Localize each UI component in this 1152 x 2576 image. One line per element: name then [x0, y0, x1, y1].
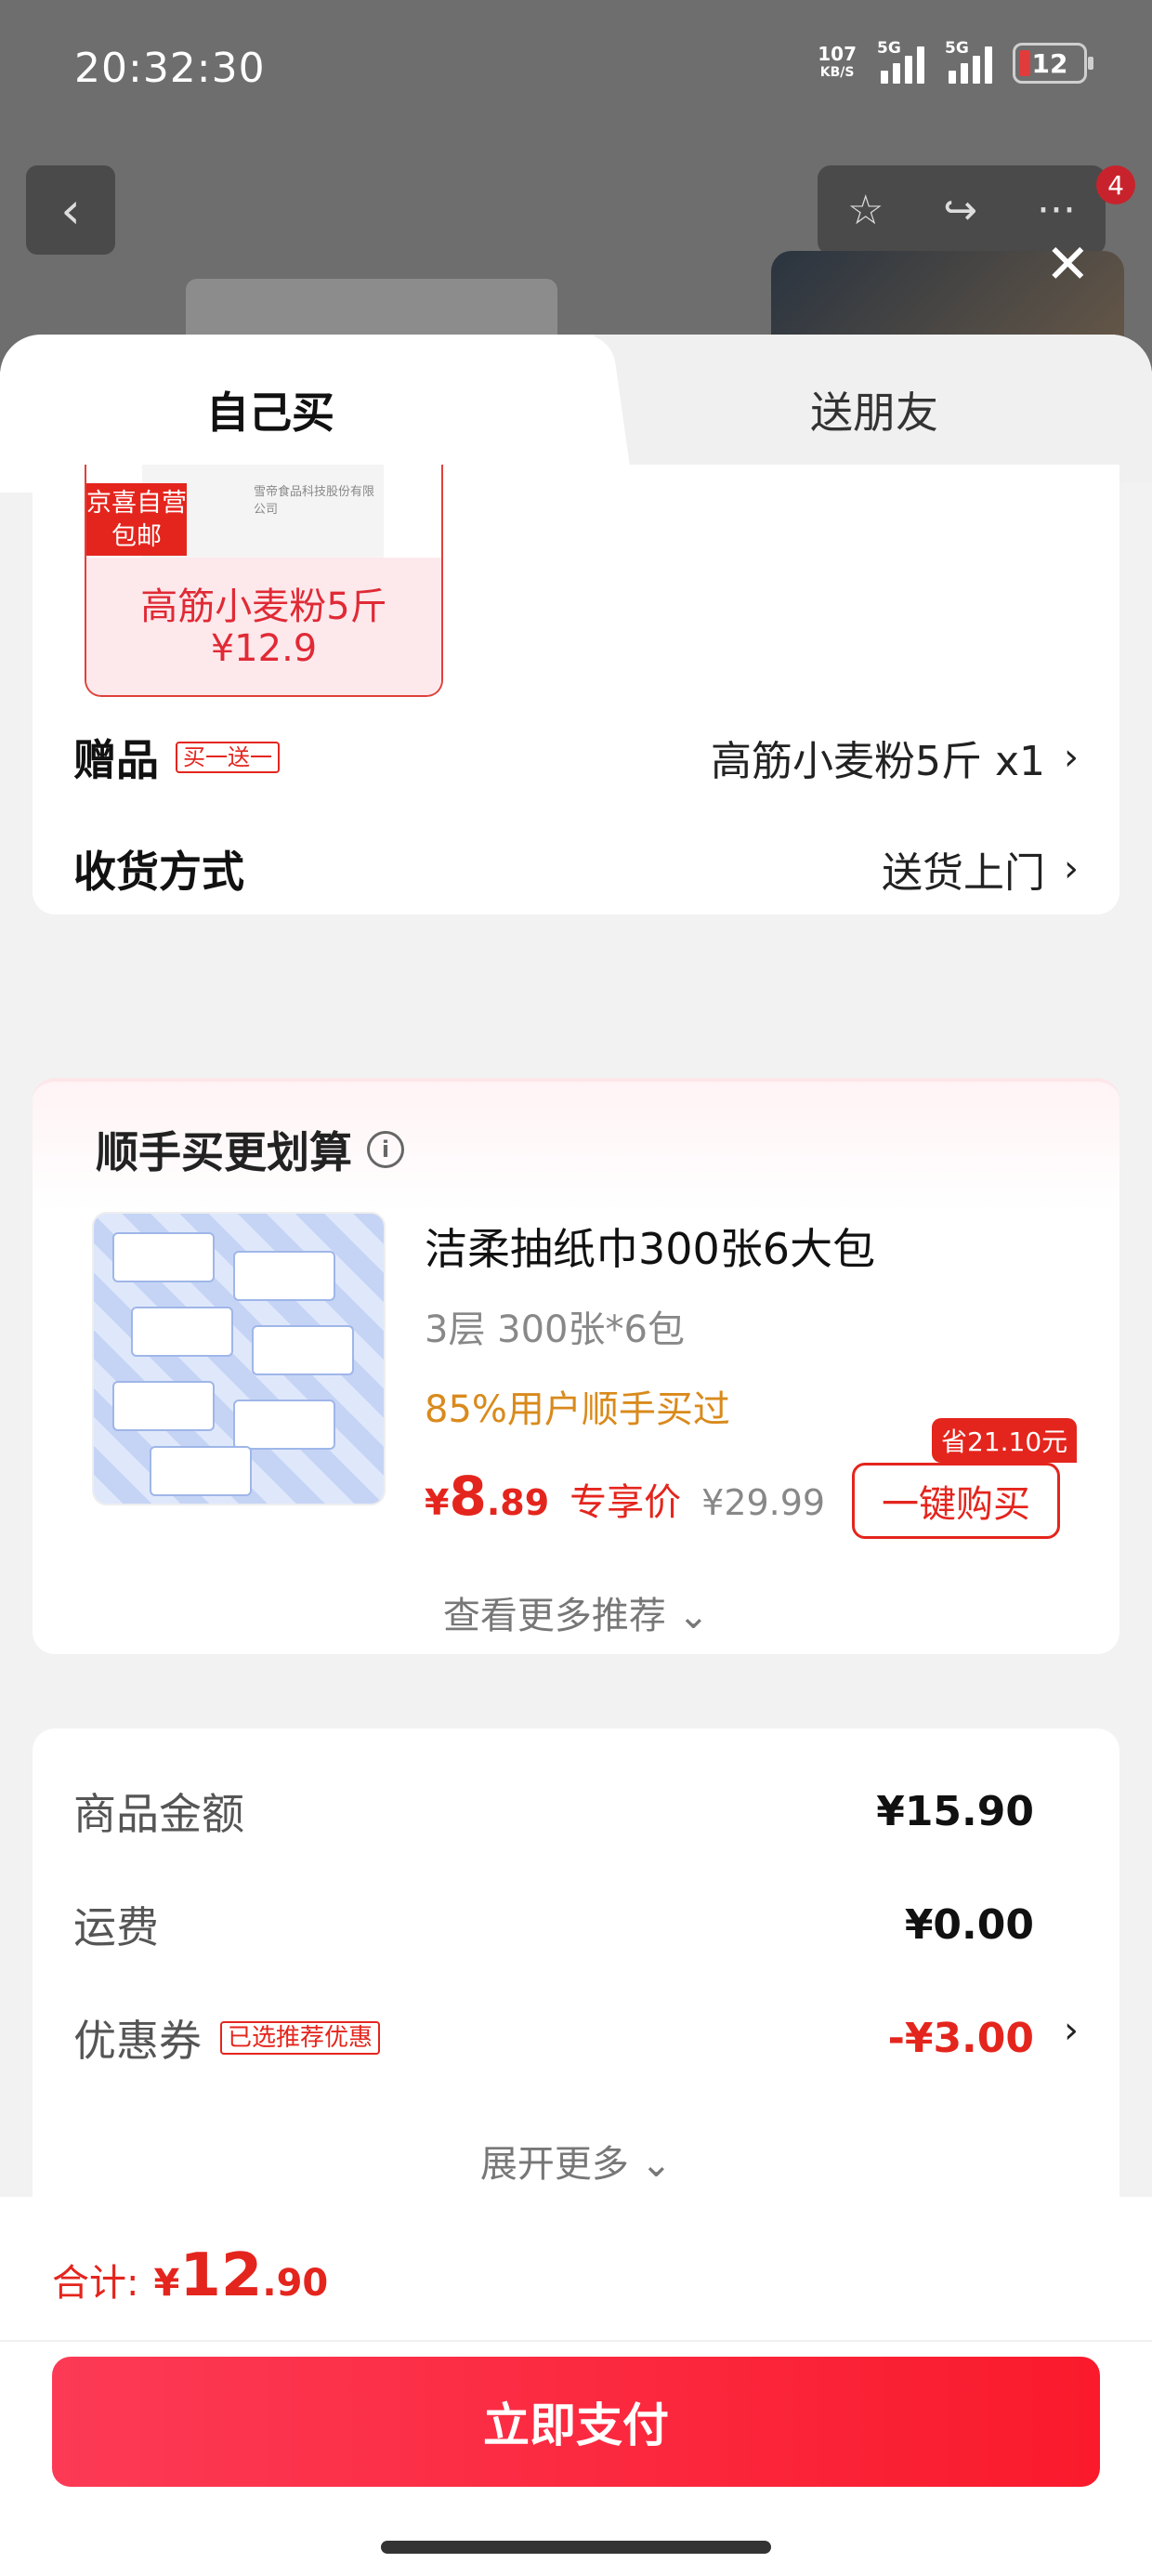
- pay-now-button[interactable]: 立即支付: [52, 2357, 1100, 2487]
- chevron-right-icon: ›: [1064, 848, 1079, 890]
- price-row: ¥8.89 专享价 ¥29.99: [425, 1465, 825, 1528]
- delivery-row[interactable]: 收货方式 送货上门 ›: [73, 838, 1079, 900]
- info-icon[interactable]: i: [367, 1131, 404, 1168]
- checkout-footer: 合计: ¥ 12 .90 立即支付: [0, 2197, 1152, 2576]
- signal-5g-icon-2: 5G: [945, 39, 992, 84]
- message-badge: 4: [1096, 165, 1135, 204]
- share-icon[interactable]: ↪: [943, 187, 977, 234]
- home-indicator[interactable]: [381, 2541, 771, 2554]
- star-icon[interactable]: ☆: [847, 187, 884, 234]
- recommended-product-spec: 3层 300张*6包: [425, 1308, 685, 1351]
- shipping-value: ¥0.00: [904, 1900, 1034, 1949]
- gift-name: 高筋小麦粉5斤: [140, 585, 387, 628]
- exclusive-price: ¥8.89: [425, 1465, 550, 1528]
- coupon-recommended-tag: 已选推荐优惠: [220, 2021, 381, 2055]
- status-time: 20:32:30: [74, 45, 266, 92]
- gift-row[interactable]: 赠品 买一送一 高筋小麦粉5斤 x1 ›: [73, 727, 1079, 788]
- buy-one-get-one-tag: 买一送一: [176, 742, 280, 773]
- delivery-value: 送货上门: [882, 849, 1045, 897]
- gift-thumbnail[interactable]: 雪帝食品科技股份有限公司 京喜自营 包邮 高筋小麦粉5斤 ¥12.9: [85, 465, 443, 697]
- tab-send-friend[interactable]: 送朋友: [595, 335, 1152, 483]
- recommended-product-image[interactable]: [92, 1212, 386, 1505]
- original-price: ¥29.99: [701, 1482, 826, 1523]
- gift-value: 高筋小麦粉5斤 x1: [710, 738, 1045, 785]
- close-icon[interactable]: ✕: [1045, 237, 1091, 291]
- jd-self-operated-tag: 京喜自营 包邮: [86, 483, 187, 556]
- status-indicators: 107 KB/S 5G 5G 12: [818, 39, 1093, 84]
- coupon-label: 优惠券: [73, 2016, 202, 2066]
- chevron-left-icon: ‹: [60, 180, 81, 240]
- total-amount: 合计: ¥ 12 .90: [52, 2241, 329, 2310]
- shipping-label: 运费: [73, 1902, 159, 1952]
- shipping-row: 运费 ¥0.00: [73, 1894, 1034, 1955]
- footer-divider: [0, 2340, 1152, 2342]
- tab-label: 自己买: [206, 388, 334, 438]
- tab-label: 送朋友: [810, 388, 938, 438]
- more-recommendations-link[interactable]: 查看更多推荐 ⌄: [33, 1585, 1119, 1639]
- expand-more-link[interactable]: 展开更多 ⌄: [33, 2134, 1119, 2188]
- coupon-row[interactable]: 优惠券 已选推荐优惠 -¥3.00: [73, 2007, 1034, 2069]
- goods-amount-label: 商品金额: [73, 1789, 244, 1839]
- price-summary-card: 商品金额 ¥15.90 运费 ¥0.00 优惠券 已选推荐优惠 -¥3.00 ›…: [33, 1728, 1119, 2249]
- recommendation-card: 顺手买更划算 i 洁柔抽纸巾300张6大包 3层 300张*6包 85%用户顺手…: [33, 1078, 1119, 1654]
- gift-caption: 高筋小麦粉5斤 ¥12.9: [86, 558, 441, 695]
- gift-price: ¥12.9: [210, 627, 318, 670]
- status-bar: 20:32:30 107 KB/S 5G 5G 12: [0, 0, 1152, 139]
- order-info-card: 雪帝食品科技股份有限公司 京喜自营 包邮 高筋小麦粉5斤 ¥12.9 赠品 买一…: [33, 465, 1119, 914]
- signal-5g-icon: 5G: [877, 39, 924, 84]
- battery-icon: 12: [1013, 43, 1093, 84]
- goods-amount-value: ¥15.90: [876, 1787, 1034, 1835]
- delivery-label: 收货方式: [73, 847, 244, 897]
- back-button[interactable]: ‹: [26, 165, 115, 255]
- recommended-product-name[interactable]: 洁柔抽纸巾300张6大包: [425, 1216, 875, 1277]
- chevron-right-icon[interactable]: ›: [1064, 2009, 1079, 2052]
- coupon-value: -¥3.00: [887, 2014, 1034, 2062]
- more-icon[interactable]: ···: [1037, 187, 1076, 234]
- gift-label: 赠品: [73, 735, 159, 785]
- goods-amount-row: 商品金额 ¥15.90: [73, 1781, 1034, 1842]
- recommendation-title: 顺手买更划算 i: [96, 1119, 404, 1180]
- savings-badge: 省21.10元: [932, 1418, 1078, 1463]
- network-speed: 107 KB/S: [818, 43, 857, 80]
- exclusive-price-label: 专享价: [569, 1481, 682, 1524]
- chevron-right-icon: ›: [1064, 736, 1079, 779]
- total-label: 合计:: [52, 2262, 139, 2305]
- one-click-buy-button[interactable]: 一键购买: [852, 1463, 1060, 1539]
- purchase-stat: 85%用户顺手买过: [425, 1388, 730, 1431]
